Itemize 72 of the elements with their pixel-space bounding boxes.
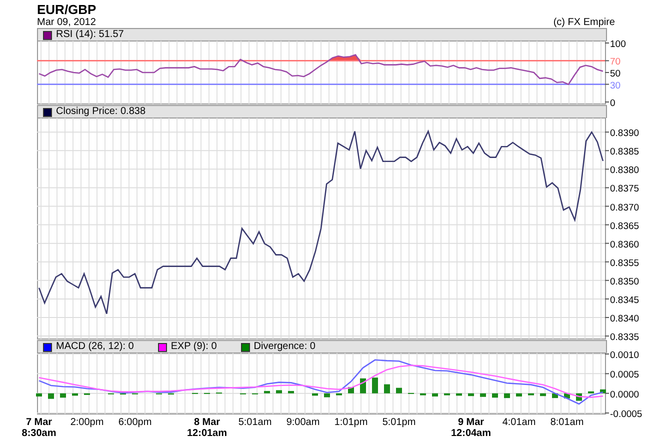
axis-label: 7 Mar 8:30am [22, 417, 56, 439]
axis-label: 0.8365 [610, 220, 640, 232]
divergence-bar [600, 389, 606, 394]
chart-date: Mar 09, 2012 [37, 17, 96, 28]
divergence-bar [564, 393, 570, 398]
divergence-bar [456, 393, 462, 396]
axis-label: 0.8375 [610, 184, 640, 195]
divergence-bar [372, 378, 378, 394]
axis-label: 30 [610, 80, 621, 92]
legend-value: : 0.838 [114, 106, 146, 118]
copyright-text: (c) FX Empire [553, 17, 615, 28]
axis-label: 50 [610, 68, 621, 80]
axis-label: 0 [610, 98, 616, 109]
legend-value: : 0 [304, 341, 316, 353]
legend-label: Divergence [254, 341, 304, 353]
legend-value: : 0 [206, 341, 217, 353]
axis-label: 0.8380 [610, 165, 640, 176]
axis-label: 0.0005 [610, 370, 640, 381]
divergence-bar [468, 393, 474, 396]
axis-label: 0.0010 [610, 350, 640, 361]
divergence-bar [504, 393, 510, 398]
axis-label: 0.8350 [610, 276, 640, 288]
axis-label: 8 Mar 12:01am [186, 417, 228, 439]
axis-label: 8:01am [550, 417, 584, 428]
divergence-bar [528, 393, 534, 396]
chart-title: EUR/GBP [37, 1, 98, 17]
divergence-bar [552, 393, 558, 398]
divergence-bar [420, 393, 426, 396]
legend-value: : 0 [122, 341, 134, 353]
axis-label: 9:00am [286, 417, 320, 428]
divergence-bar [396, 388, 402, 394]
divergence-bar [48, 393, 54, 399]
legend-label: Closing Price [56, 106, 115, 118]
divergence-bar [324, 393, 330, 398]
divergence-bar [60, 393, 66, 398]
axis-label: 2:00pm [70, 417, 104, 428]
axis-label: 4:01am [502, 417, 536, 428]
divergence-bar [288, 390, 294, 394]
axis-label: 0.8370 [610, 202, 640, 214]
divergence-bar [36, 393, 42, 396]
axis-label: 5:01pm [382, 417, 416, 428]
divergence-bar [276, 390, 282, 394]
divergence-bar [480, 393, 486, 397]
axis-label: 6:00pm [118, 417, 152, 428]
divergence-bar [588, 391, 594, 394]
axis-label: -0.0005 [610, 409, 642, 420]
divergence-bar [72, 393, 78, 396]
axis-label: 0.0000 [610, 389, 640, 400]
divergence-bar [540, 393, 546, 396]
divergence-bar [336, 393, 342, 396]
axis-label: 9 Mar 12:04am [450, 417, 492, 439]
divergence-bar [312, 393, 318, 396]
divergence-bar [444, 393, 450, 396]
legend-value: : 51.57 [93, 29, 124, 41]
legend-label: EXP (9) [170, 341, 206, 353]
axis-label: 0.8390 [610, 128, 640, 140]
axis-label: 0.8345 [610, 294, 640, 306]
legend-label: RSI (14) [56, 29, 94, 41]
axis-label: 70 [610, 56, 621, 68]
legend-label: MACD (26, 12) [56, 341, 123, 353]
axis-label: 5:01am [238, 417, 272, 428]
axis-label: 0.8360 [610, 239, 640, 250]
axis-label: 0.8335 [610, 332, 640, 344]
axis-label: 0.8340 [610, 314, 640, 324]
divergence-bar [492, 393, 498, 398]
axis-label: 0.8385 [610, 146, 640, 158]
divergence-bar [264, 390, 270, 394]
axis-label: 100 [610, 39, 626, 50]
divergence-bar [516, 393, 522, 396]
axis-label: 0.8355 [610, 258, 640, 269]
axis-label: 1:01pm [334, 417, 368, 428]
divergence-bar [432, 393, 438, 396]
